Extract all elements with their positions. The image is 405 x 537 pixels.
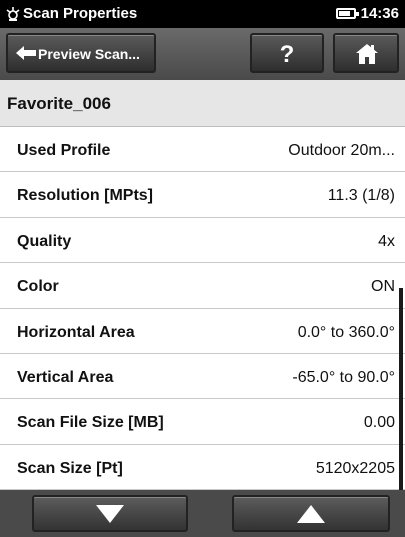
- favorite-header: Favorite_006: [0, 80, 405, 127]
- preview-scan-button[interactable]: Preview Scan...: [6, 33, 156, 73]
- chevron-down-icon: [96, 504, 124, 523]
- status-bar: Scan Properties 14:36: [0, 0, 405, 28]
- scroll-down-button[interactable]: [32, 495, 188, 532]
- toolbar: Preview Scan... ?: [0, 28, 405, 80]
- battery-icon: [336, 8, 359, 19]
- property-value: 4x: [378, 232, 395, 250]
- property-label: Resolution [MPts]: [17, 187, 153, 205]
- property-value: 11.3 (1/8): [327, 187, 395, 205]
- property-label: Color: [17, 278, 59, 296]
- favorite-name: Favorite_006: [7, 94, 111, 113]
- property-row-color[interactable]: Color ON: [0, 263, 405, 309]
- property-label: Scan File Size [MB]: [17, 414, 164, 432]
- home-button[interactable]: [333, 33, 399, 73]
- property-label: Vertical Area: [17, 368, 114, 386]
- property-value: Outdoor 20m...: [288, 142, 395, 159]
- scanner-app-icon: [6, 7, 20, 21]
- property-row-vertical-area[interactable]: Vertical Area -65.0° to 90.0°: [0, 353, 405, 400]
- chevron-up-icon: [297, 504, 325, 523]
- property-row-horizontal-area[interactable]: Horizontal Area 0.0° to 360.0°: [0, 308, 405, 354]
- property-value: 0.00: [363, 414, 395, 432]
- properties-list: Used Profile Outdoor 20m... Resolution […: [0, 127, 405, 490]
- property-value: -65.0° to 90.0°: [292, 368, 395, 386]
- property-row-used-profile[interactable]: Used Profile Outdoor 20m...: [0, 127, 405, 173]
- home-icon: [356, 44, 378, 64]
- preview-scan-label: Preview Scan...: [38, 46, 140, 62]
- property-row-scan-size[interactable]: Scan Size [Pt] 5120x2205: [0, 444, 405, 490]
- property-row-scan-file-size[interactable]: Scan File Size [MB] 0.00: [0, 399, 405, 445]
- property-label: Used Profile: [17, 142, 111, 159]
- status-title: Scan Properties: [23, 5, 138, 22]
- help-button[interactable]: ?: [250, 33, 324, 73]
- property-row-resolution[interactable]: Resolution [MPts] 11.3 (1/8): [0, 172, 405, 218]
- left-arrow-icon: [16, 46, 36, 60]
- property-value: 0.0° to 360.0°: [297, 323, 395, 341]
- property-label: Scan Size [Pt]: [17, 459, 123, 477]
- property-label: Horizontal Area: [17, 323, 135, 341]
- bottom-nav-bar: [0, 490, 405, 537]
- property-label: Quality: [17, 232, 72, 250]
- help-label: ?: [279, 41, 295, 68]
- status-time: 14:36: [360, 5, 399, 22]
- property-value: ON: [371, 278, 395, 296]
- property-value: 5120x2205: [315, 459, 395, 477]
- property-row-quality[interactable]: Quality 4x: [0, 217, 405, 264]
- scroll-up-button[interactable]: [232, 495, 390, 532]
- list-scrollbar[interactable]: [399, 288, 403, 490]
